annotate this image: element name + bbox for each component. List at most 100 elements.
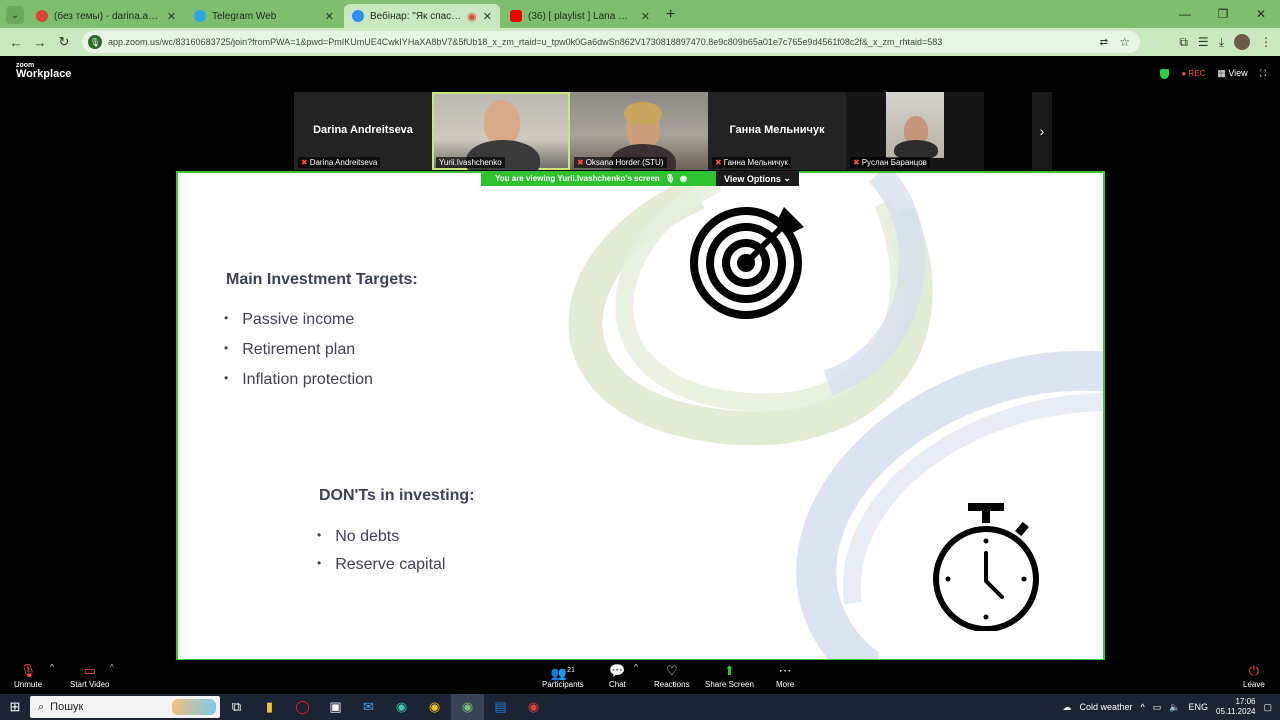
participant-label: ✖ Руслан Баранцов (850, 157, 930, 168)
reading-list-icon[interactable]: ☰ (1198, 35, 1209, 49)
more-button[interactable]: ⋯ More (776, 662, 794, 689)
participant-tile[interactable]: ✖ Руслан Баранцов (846, 92, 984, 170)
download-icon[interactable]: ⤓ (1219, 35, 1224, 50)
task-view-icon[interactable]: ⧉ (220, 694, 253, 720)
taskbar-search[interactable]: ⌕ Пошук (30, 696, 220, 718)
dont-bullet: • No debts (317, 528, 399, 546)
share-screen-button[interactable]: ⬆ Share Screen (705, 662, 754, 689)
target-bullet: • Retirement plan (224, 341, 355, 359)
bullet-dot: • (317, 528, 322, 542)
audio-options-chevron-icon[interactable]: ^ (50, 663, 54, 672)
video-off-icon: ▭ (83, 663, 96, 678)
minimize-icon[interactable]: — (1166, 0, 1204, 28)
chrome-active-icon[interactable]: ◉ (451, 694, 484, 720)
tab-title: Вебінар: "Як спасибова и с… (370, 10, 461, 22)
participant-tile[interactable]: Darina Andreitseva ✖ Darina Andreitseva (294, 92, 432, 170)
chat-options-chevron-icon[interactable]: ^ (634, 663, 638, 672)
participants-button[interactable]: 👥21 Participants (542, 662, 584, 689)
encryption-shield-icon[interactable] (1160, 68, 1170, 79)
bullet-text: Passive income (242, 311, 355, 328)
file-explorer-icon[interactable]: ▮ (253, 694, 286, 720)
browser-actions: ⧉ ☰ ⤓ ⋮ (1179, 28, 1272, 56)
participant-name: Yurii.Ivashchenko (439, 158, 502, 167)
browser-toolbar: ← → ↻ 🎙 app.zoom.us/wc/83160683725/join?… (0, 28, 1280, 56)
video-options-chevron-icon[interactable]: ^ (110, 663, 114, 672)
leave-button[interactable]: ⏻ Leave (1243, 662, 1265, 689)
address-bar[interactable]: 🎙 app.zoom.us/wc/83160683725/join?fromPW… (82, 31, 1140, 53)
menu-dots-icon[interactable]: ⋮ (1260, 35, 1272, 49)
windows-start-icon[interactable]: ⊞ (0, 699, 30, 715)
mic-muted-icon: ✖ (853, 158, 860, 167)
bullet-text: No debts (335, 528, 400, 545)
close-icon[interactable]: ✕ (641, 10, 650, 23)
back-icon[interactable]: ← (4, 35, 28, 50)
weather-text[interactable]: Cold weather (1080, 702, 1133, 712)
notification-icon[interactable]: ▢ (1263, 702, 1272, 713)
site-info-icon[interactable]: 🎙 (88, 35, 102, 49)
word-icon[interactable]: ▤ (484, 694, 517, 720)
participant-tile-speaking[interactable]: Yurii.Ivashchenko (432, 92, 570, 170)
start-video-button[interactable]: ▭ Start Video (70, 662, 109, 689)
next-page-chevron-icon[interactable]: › (1032, 92, 1052, 170)
tray-overflow-icon[interactable]: ^ (1141, 702, 1145, 712)
bullet-dot: • (224, 371, 229, 385)
unmute-button[interactable]: 🎙 Unmute (14, 662, 42, 689)
screen-share-banner: You are viewing Yurii.Ivashchenko's scre… (481, 171, 799, 186)
view-options-button[interactable]: View Options ⌄ (716, 171, 799, 186)
bullet-dot: • (317, 556, 322, 570)
browser-tab-bar: ⌄ (без темы) - darina.andreitseva19@g… ✕… (0, 0, 1280, 28)
reload-icon[interactable]: ↻ (52, 34, 76, 50)
bullet-dot: • (224, 311, 229, 325)
search-icon: ⌕ (38, 700, 45, 713)
participant-video (484, 100, 520, 144)
close-icon[interactable]: ✕ (483, 10, 492, 23)
zoom-header: zoom Workplace ● REC ▦ View ⛶ (0, 56, 1280, 92)
mail-icon[interactable]: ✉ (352, 694, 385, 720)
opera-icon[interactable]: ◯ (286, 694, 319, 720)
view-button[interactable]: ▦ View (1217, 68, 1247, 79)
maximize-icon[interactable]: ❐ (1204, 0, 1242, 28)
profile-avatar[interactable] (1234, 34, 1250, 50)
mic-muted-icon: ✖ (577, 158, 584, 167)
mic-icon: 🎙 (664, 174, 675, 183)
chrome-icon[interactable]: ◉ (418, 694, 451, 720)
bullet-dot: • (224, 341, 229, 355)
participant-tile[interactable]: Ганна Мельничук ✖ Ганна Мельничук (708, 92, 846, 170)
leave-icon: ⏻ (1248, 663, 1260, 678)
target-bullet: • Passive income (224, 311, 354, 329)
store-icon[interactable]: ▣ (319, 694, 352, 720)
mic-muted-icon: ✖ (715, 158, 722, 167)
url-text: app.zoom.us/wc/83160683725/join?fromPWA=… (108, 37, 943, 47)
clock-date: 05.11.2024 (1216, 707, 1256, 716)
close-window-icon[interactable]: ✕ (1242, 0, 1280, 28)
fullscreen-icon[interactable]: ⛶ (1260, 68, 1266, 79)
browser-tab-active[interactable]: Вебінар: "Як спасибова и с… ◉ ✕ (344, 4, 500, 28)
reactions-button[interactable]: ♡ Reactions (654, 662, 690, 689)
clock[interactable]: 17:06 05.11.2024 (1216, 697, 1255, 716)
forward-icon[interactable]: → (28, 35, 52, 50)
extensions-icon[interactable]: ⧉ (1179, 35, 1188, 50)
browser-tab[interactable]: (без темы) - darina.andreitseva19@g… ✕ (28, 4, 184, 28)
translate-icon[interactable]: ⇄ (1100, 37, 1108, 48)
participant-video-body (894, 140, 938, 158)
bookmark-star-icon[interactable]: ☆ (1119, 35, 1130, 49)
chrome-alt-icon[interactable]: ◉ (517, 694, 550, 720)
close-icon[interactable]: ✕ (325, 10, 334, 23)
tab-search-button[interactable]: ⌄ (6, 6, 24, 24)
weather-icon[interactable]: ☁ (1063, 702, 1072, 713)
volume-icon[interactable]: 🔈 (1169, 702, 1180, 713)
participant-strip: Darina Andreitseva ✖ Darina Andreitseva Y… (294, 92, 1052, 170)
chat-button[interactable]: 💬 Chat (609, 662, 626, 689)
participant-tile[interactable]: ✖ Oksana Horder (STU) (570, 92, 708, 170)
close-icon[interactable]: ✕ (167, 10, 176, 23)
network-icon[interactable]: ▭ (1153, 702, 1162, 713)
browser-tab[interactable]: Telegram Web ✕ (186, 4, 342, 28)
gmail-icon (36, 10, 48, 22)
new-tab-button[interactable]: + (666, 6, 675, 24)
browser-tab[interactable]: (36) [ playlist ] Lana Del Rey - … ✕ (502, 4, 658, 28)
leave-label: Leave (1243, 680, 1265, 689)
edge-icon[interactable]: ◉ (385, 694, 418, 720)
participant-name: Oksana Horder (STU) (585, 158, 664, 167)
shared-screen: Main Investment Targets: • Passive income… (176, 171, 1105, 661)
language-indicator[interactable]: ENG (1189, 702, 1209, 712)
